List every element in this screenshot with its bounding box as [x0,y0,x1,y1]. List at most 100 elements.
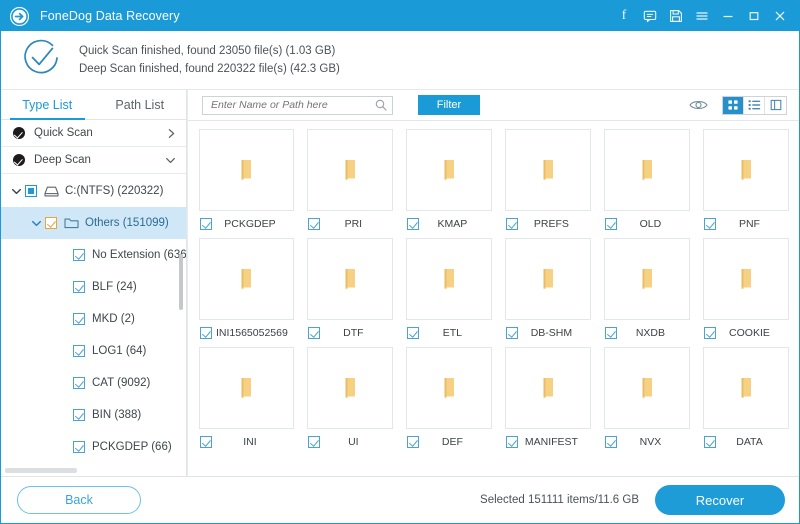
hamburger-menu-icon[interactable] [689,3,715,29]
tree-row-cat[interactable]: CAT (9092) [1,367,186,399]
bin-checkbox[interactable] [73,409,85,421]
grid-item-checkbox[interactable] [506,218,518,230]
file-grid-container[interactable]: PCKGDEP PRI [188,121,799,476]
tree-row-drive[interactable]: C:(NTFS) (220322) [1,175,186,207]
grid-item[interactable]: INI1565052569 [199,238,294,345]
folder-thumbnail[interactable] [604,347,690,429]
chevron-down-icon[interactable] [165,156,176,165]
mkd-checkbox[interactable] [73,313,85,325]
tree-row-bin[interactable]: BIN (388) [1,399,186,431]
grid-item[interactable]: DATA [703,347,789,454]
grid-item-checkbox[interactable] [407,327,419,339]
grid-item[interactable]: MANIFEST [505,347,591,454]
chat-bubble-icon[interactable] [637,3,663,29]
grid-view-icon[interactable] [723,97,744,114]
grid-item[interactable]: DTF [307,238,393,345]
floppy-disk-icon[interactable] [663,3,689,29]
tree-row-others[interactable]: Others (151099) [1,207,186,239]
folder-thumbnail[interactable] [505,238,591,320]
grid-item-checkbox[interactable] [200,327,212,339]
tab-type-list[interactable]: Type List [1,90,94,119]
folder-thumbnail[interactable] [604,238,690,320]
grid-item[interactable]: OLD [604,129,690,236]
grid-item-checkbox[interactable] [407,218,419,230]
folder-thumbnail[interactable] [703,129,789,211]
folder-thumbnail[interactable] [406,347,492,429]
detail-view-icon[interactable] [765,97,786,114]
grid-item-checkbox[interactable] [605,436,617,448]
grid-item[interactable]: UI [307,347,393,454]
back-button[interactable]: Back [17,486,141,514]
file-type-tree[interactable]: C:(NTFS) (220322) Others (151099) [1,174,186,476]
folder-thumbnail[interactable] [199,129,294,211]
folder-thumbnail[interactable] [199,347,294,429]
grid-item-checkbox[interactable] [605,218,617,230]
sidebar-item-quick-scan[interactable]: Quick Scan [1,120,186,147]
minimize-icon[interactable] [715,3,741,29]
list-view-icon[interactable] [744,97,765,114]
folder-thumbnail[interactable] [307,347,393,429]
tree-row-no-extension[interactable]: No Extension (63614) [1,239,186,271]
folder-thumbnail[interactable] [406,238,492,320]
tree-row-pckgdep[interactable]: PCKGDEP (66) [1,431,186,463]
folder-thumbnail[interactable] [307,129,393,211]
tree-row-log1[interactable]: LOG1 (64) [1,335,186,367]
folder-thumbnail[interactable] [703,238,789,320]
sidebar-vertical-scrollbar[interactable] [179,254,183,310]
grid-item[interactable]: PCKGDEP [199,129,294,236]
grid-item-checkbox[interactable] [506,327,518,339]
grid-item-checkbox[interactable] [308,327,320,339]
grid-item[interactable]: COOKIE [703,238,789,345]
grid-item-checkbox[interactable] [704,218,716,230]
search-input[interactable] [211,99,375,111]
grid-item-checkbox[interactable] [704,436,716,448]
recover-button[interactable]: Recover [655,485,785,515]
grid-item-checkbox[interactable] [308,436,320,448]
grid-item[interactable]: PREFS [505,129,591,236]
grid-item[interactable]: PRI [307,129,393,236]
no-extension-checkbox[interactable] [73,249,85,261]
maximize-icon[interactable] [741,3,767,29]
grid-item-checkbox[interactable] [200,436,212,448]
facebook-icon[interactable]: f [611,3,637,29]
grid-item[interactable]: KMAP [406,129,492,236]
folder-thumbnail[interactable] [406,129,492,211]
search-box[interactable] [202,96,393,115]
grid-item[interactable]: ETL [406,238,492,345]
chevron-right-icon[interactable] [167,128,176,139]
grid-item-checkbox[interactable] [704,327,716,339]
grid-item-checkbox[interactable] [308,218,320,230]
grid-item-checkbox[interactable] [605,327,617,339]
close-icon[interactable] [767,3,793,29]
tab-path-list[interactable]: Path List [94,90,187,119]
drive-checkbox[interactable] [25,185,37,197]
chevron-down-icon[interactable] [27,219,45,228]
grid-item-checkbox[interactable] [200,218,212,230]
grid-item[interactable]: NVX [604,347,690,454]
filter-button[interactable]: Filter [418,95,480,115]
eye-icon[interactable] [689,99,708,111]
folder-thumbnail[interactable] [199,238,294,320]
cat-checkbox[interactable] [73,377,85,389]
folder-thumbnail[interactable] [604,129,690,211]
chevron-down-icon[interactable] [7,187,25,196]
blf-checkbox[interactable] [73,281,85,293]
folder-thumbnail[interactable] [307,238,393,320]
grid-item-checkbox[interactable] [506,436,518,448]
folder-thumbnail[interactable] [505,129,591,211]
grid-item[interactable]: NXDB [604,238,690,345]
tree-row-mkd[interactable]: MKD (2) [1,303,186,335]
others-checkbox[interactable] [45,217,57,229]
grid-item[interactable]: DEF [406,347,492,454]
pckgdep-checkbox[interactable] [73,441,85,453]
sidebar-item-deep-scan[interactable]: Deep Scan [1,147,186,174]
grid-item[interactable]: INI [199,347,294,454]
grid-item[interactable]: PNF [703,129,789,236]
grid-item-checkbox[interactable] [407,436,419,448]
log1-checkbox[interactable] [73,345,85,357]
folder-thumbnail[interactable] [703,347,789,429]
grid-item[interactable]: DB-SHM [505,238,591,345]
folder-thumbnail[interactable] [505,347,591,429]
sidebar-horizontal-scrollbar[interactable] [5,468,77,473]
tree-row-blf[interactable]: BLF (24) [1,271,186,303]
